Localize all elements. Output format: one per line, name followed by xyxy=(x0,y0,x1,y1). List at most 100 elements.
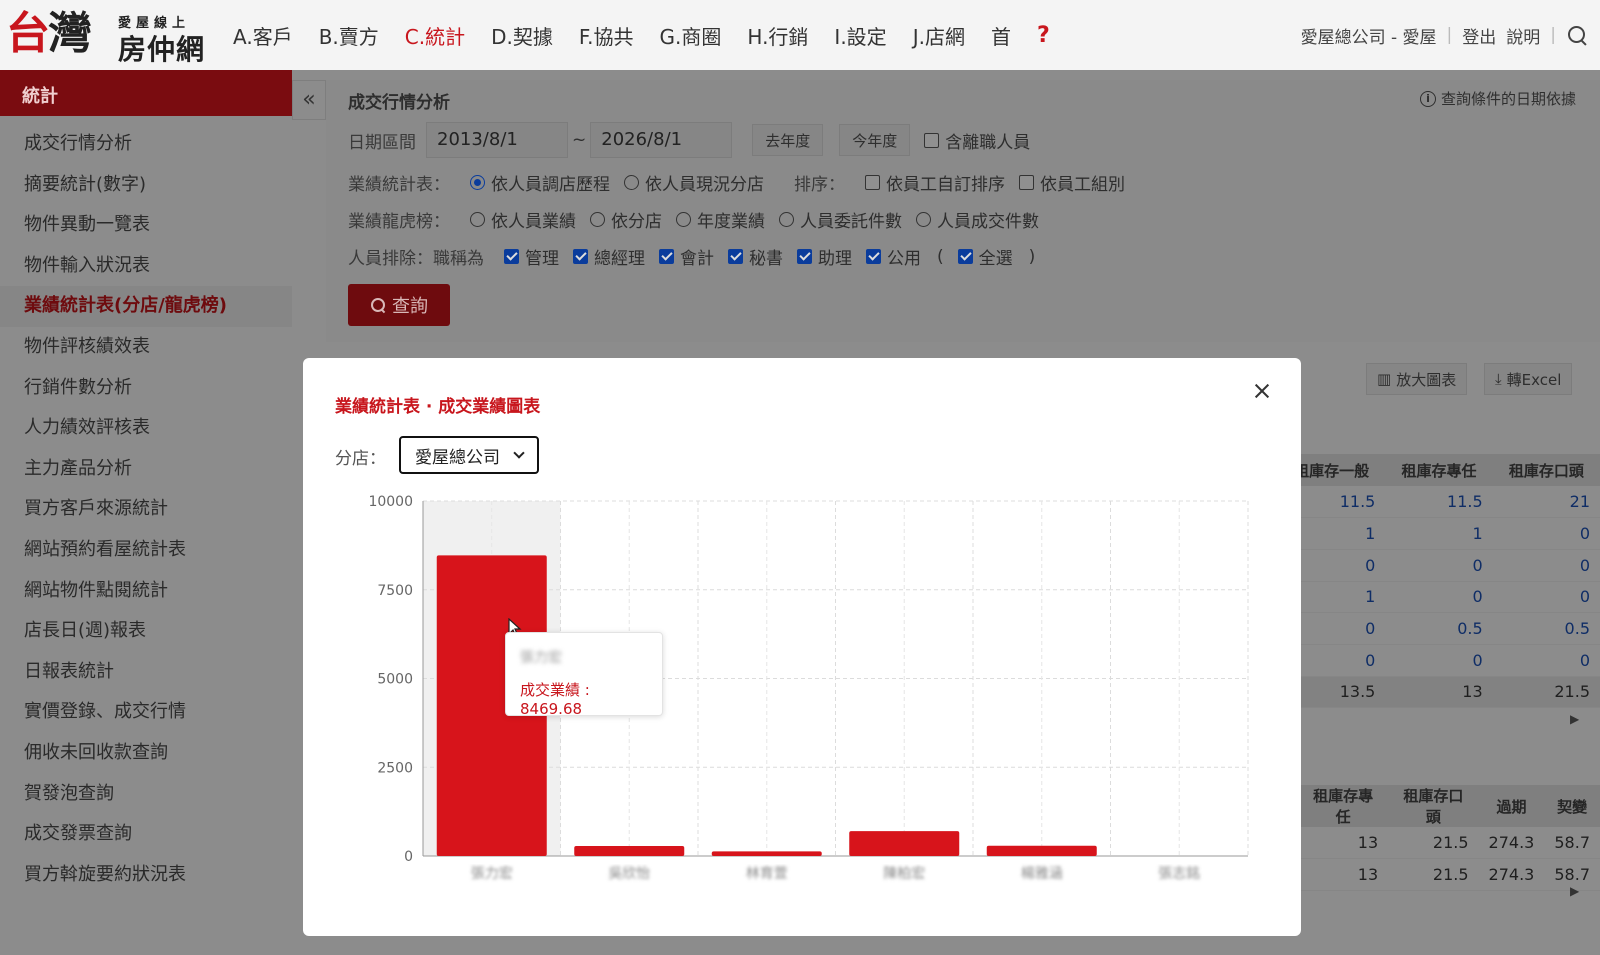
table-cell[interactable]: 13 xyxy=(1298,858,1389,891)
exclude-checkbox-1[interactable] xyxy=(573,249,588,264)
nav-item-7[interactable]: I.設定 xyxy=(821,21,899,50)
table-cell[interactable]: 13 xyxy=(1298,827,1389,860)
table-total-cell: 13 xyxy=(1385,676,1493,709)
table-cell[interactable]: 58.7 xyxy=(1544,827,1600,860)
divider: | xyxy=(1446,25,1453,45)
table-cell[interactable]: 274.3 xyxy=(1478,827,1545,860)
table-header[interactable]: 租庫存口頭 xyxy=(1492,454,1600,486)
sidebar-item-1[interactable]: 摘要統計(數字) xyxy=(0,165,292,206)
table-header[interactable]: 租庫存專任 xyxy=(1385,454,1493,486)
sidebar-item-5[interactable]: 物件評核績效表 xyxy=(0,327,292,368)
table-cell[interactable]: 0 xyxy=(1492,549,1600,582)
table-cell[interactable]: 11.5 xyxy=(1385,486,1493,519)
table-header[interactable]: 租庫存口頭 xyxy=(1388,785,1479,827)
sidebar-item-13[interactable]: 日報表統計 xyxy=(0,652,292,693)
rank-option-radio-0[interactable] xyxy=(470,212,485,227)
bar-2[interactable] xyxy=(711,851,822,856)
date-from-input[interactable]: 2013/8/1 xyxy=(426,122,568,158)
sidebar-item-2[interactable]: 物件異動一覽表 xyxy=(0,205,292,246)
table-cell[interactable]: 1 xyxy=(1385,517,1493,550)
table-cell[interactable]: 21.5 xyxy=(1388,858,1479,891)
exclude-checkbox-0[interactable] xyxy=(504,249,519,264)
perf-option-history-radio[interactable] xyxy=(470,175,485,190)
sidebar-item-12[interactable]: 店長日(週)報表 xyxy=(0,611,292,652)
select-all-checkbox[interactable] xyxy=(957,249,973,264)
table-cell[interactable]: 0 xyxy=(1385,581,1493,614)
sidebar-item-4[interactable]: 業績統計表(分店/龍虎榜) xyxy=(0,286,292,327)
sidebar-item-15[interactable]: 佣收未回收款查詢 xyxy=(0,733,292,774)
sidebar-item-8[interactable]: 主力產品分析 xyxy=(0,449,292,490)
exclude-checkbox-2[interactable] xyxy=(659,249,674,264)
rank-option-radio-2[interactable] xyxy=(676,212,691,227)
scroll-right-icon[interactable]: ▶ xyxy=(1570,884,1579,898)
sidebar-item-7[interactable]: 人力績效評核表 xyxy=(0,408,292,449)
sidebar-item-9[interactable]: 買方客戶來源統計 xyxy=(0,489,292,530)
tooltip-value: 成交業績 : 8469.68 xyxy=(520,681,590,718)
sidebar-item-6[interactable]: 行銷件數分析 xyxy=(0,368,292,409)
search-icon[interactable] xyxy=(1566,24,1588,46)
nav-item-6[interactable]: H.行銷 xyxy=(734,21,821,50)
bar-3[interactable] xyxy=(849,831,960,856)
rank-option-radio-3[interactable] xyxy=(779,212,794,227)
query-button[interactable]: 查詢 xyxy=(348,284,450,326)
bar-1[interactable] xyxy=(574,846,685,856)
sidebar-item-3[interactable]: 物件輸入狀況表 xyxy=(0,246,292,287)
rank-option-radio-4[interactable] xyxy=(916,212,931,227)
help-icon[interactable]: ? xyxy=(1024,23,1063,48)
last-year-button[interactable]: 去年度 xyxy=(752,124,824,156)
date-hint-link[interactable]: i 查詢條件的日期依據 xyxy=(1419,88,1576,109)
table-header-row: 租庫存一般 租庫存專任 租庫存口頭 xyxy=(1278,454,1600,486)
table-header[interactable]: 過期 xyxy=(1478,785,1545,827)
table-header[interactable]: 契變 xyxy=(1544,785,1600,827)
logo[interactable]: 台灣 愛屋線上 房仲網 xyxy=(6,4,206,66)
exclude-checkbox-5[interactable] xyxy=(866,249,881,264)
include-resigned-checkbox[interactable] xyxy=(924,132,940,148)
export-excel-button[interactable]: ⤓ 轉Excel xyxy=(1484,363,1573,395)
sidebar-item-16[interactable]: 賀發泡查詢 xyxy=(0,774,292,815)
exclude-checkbox-4[interactable] xyxy=(797,249,812,264)
nav-item-3[interactable]: D.契據 xyxy=(478,21,566,50)
table-cell[interactable]: 0 xyxy=(1385,549,1493,582)
perf-label: 業績統計表： xyxy=(348,175,450,195)
nav-item-8[interactable]: J.店網 xyxy=(900,21,978,50)
table-cell[interactable]: 0.5 xyxy=(1492,612,1600,645)
sidebar-item-14[interactable]: 實價登錄、成交行情 xyxy=(0,692,292,733)
table-cell[interactable]: 0 xyxy=(1492,517,1600,550)
scroll-right-icon[interactable]: ▶ xyxy=(1570,712,1579,726)
table-cell[interactable]: 0 xyxy=(1385,644,1493,677)
sort-custom-checkbox[interactable] xyxy=(865,175,880,190)
nav-item-1[interactable]: B.賣方 xyxy=(306,21,392,50)
help-link[interactable]: 說明 xyxy=(1506,23,1540,48)
this-year-button[interactable]: 今年度 xyxy=(839,124,911,156)
enlarge-chart-button[interactable]: ▥ 放大圖表 xyxy=(1366,363,1468,395)
logout-link[interactable]: 登出 xyxy=(1462,23,1496,48)
table-cell[interactable]: 0 xyxy=(1492,581,1600,614)
sort-group-checkbox[interactable] xyxy=(1019,175,1034,190)
bar-4[interactable] xyxy=(986,845,1097,856)
collapse-sidebar-button[interactable]: « xyxy=(292,80,326,120)
nav-item-2[interactable]: C.統計 xyxy=(392,21,478,50)
nav-item-9[interactable]: 首 xyxy=(978,21,1024,50)
nav-item-4[interactable]: F.協共 xyxy=(566,21,647,50)
search-icon xyxy=(370,297,386,313)
perf-option-current-radio[interactable] xyxy=(624,175,639,190)
table-header[interactable]: 租庫存專任 xyxy=(1298,785,1389,827)
nav-item-0[interactable]: A.客戶 xyxy=(220,21,306,50)
sort-label: 排序： xyxy=(794,175,845,195)
table-cell[interactable]: 21 xyxy=(1492,486,1600,519)
sidebar-item-18[interactable]: 買方斡旋要約狀況表 xyxy=(0,855,292,896)
nav-item-5[interactable]: G.商圈 xyxy=(647,21,735,50)
table-row: 110 xyxy=(1278,517,1600,550)
logo-char-1: 台 xyxy=(6,8,50,59)
table-cell[interactable]: 21.5 xyxy=(1388,827,1479,860)
sidebar-item-11[interactable]: 網站物件點閱統計 xyxy=(0,571,292,612)
sidebar-item-10[interactable]: 網站預約看屋統計表 xyxy=(0,530,292,571)
exclude-checkbox-3[interactable] xyxy=(728,249,743,264)
sidebar-item-0[interactable]: 成交行情分析 xyxy=(0,124,292,165)
sidebar-item-17[interactable]: 成交發票查詢 xyxy=(0,814,292,855)
rank-option-radio-1[interactable] xyxy=(590,212,605,227)
table-cell[interactable]: 0.5 xyxy=(1385,612,1493,645)
table-cell[interactable]: 0 xyxy=(1492,644,1600,677)
table-cell[interactable]: 274.3 xyxy=(1478,858,1545,891)
date-to-input[interactable]: 2026/8/1 xyxy=(590,122,733,158)
